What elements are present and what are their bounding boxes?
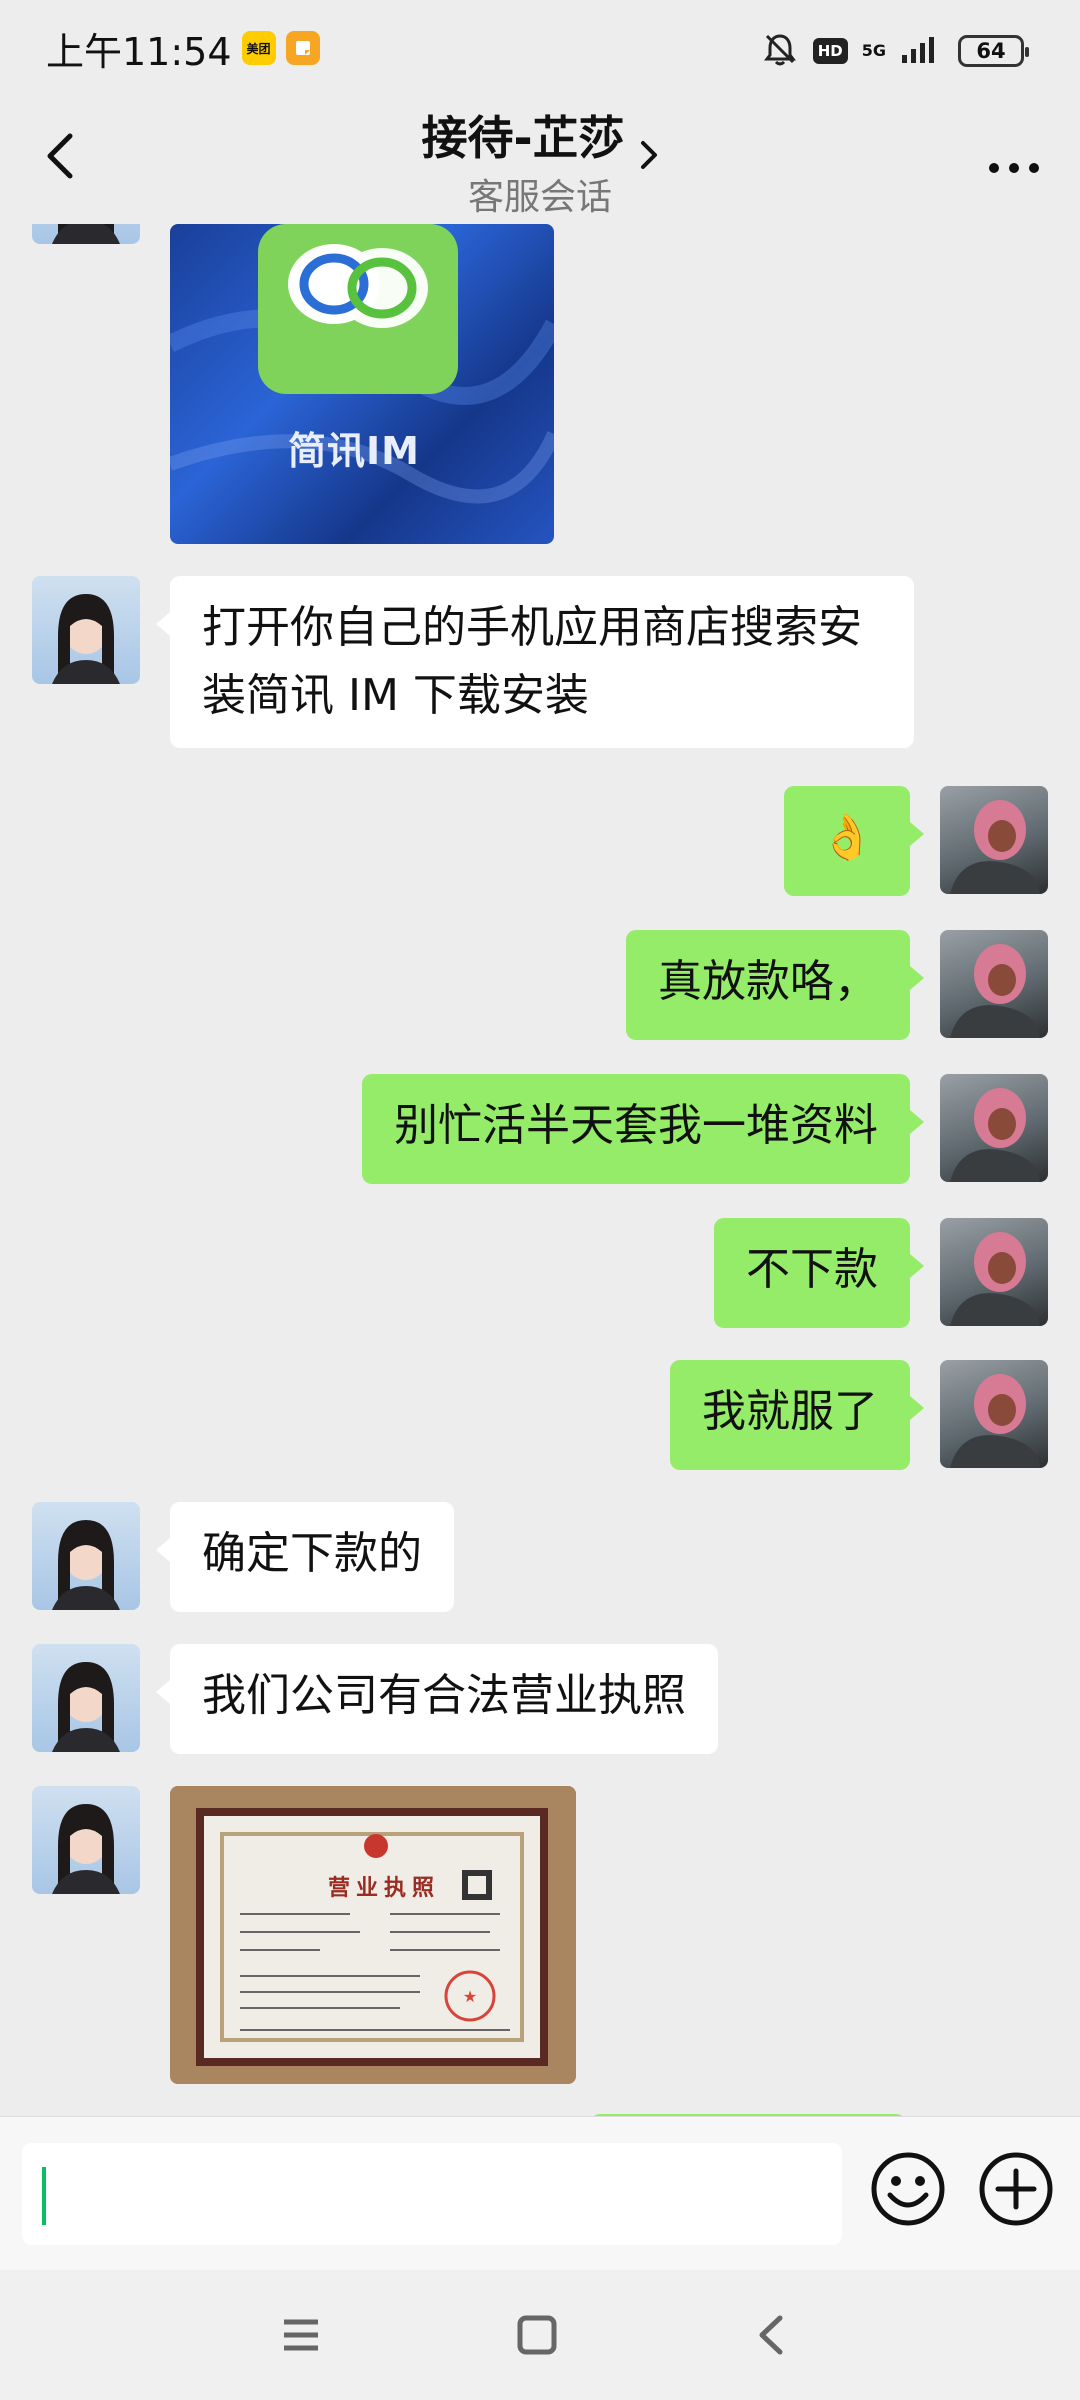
chat-title-row[interactable]: 接待-芷莎 [0,102,1080,169]
avatar[interactable] [940,786,1048,894]
status-bar: 上午11:54 美团 HD 5G 64 [0,0,1080,96]
license-title: 营业执照 [328,1876,441,1901]
home-square-icon[interactable] [512,2310,562,2360]
back-icon[interactable] [748,2310,798,2360]
note-icon [285,31,320,65]
avatar[interactable] [940,1074,1048,1182]
avatar[interactable] [940,930,1048,1038]
message-bubble[interactable]: 真放款咯， [626,930,924,1040]
input-bar [0,2116,1080,2270]
emoji-icon[interactable] [868,2149,948,2229]
mute-bell-icon [761,30,799,72]
message-bubble[interactable]: 👌 [784,786,924,896]
hd-badge: HD [812,38,848,64]
signal-icon [900,33,944,69]
message-bubble[interactable]: 确定下款的 [156,1502,454,1612]
more-dots-icon[interactable] [988,146,1040,174]
business-license-image[interactable]: ★ 营业执照 [170,1786,576,2084]
ok-hand-emoji: 👌 [819,812,875,863]
battery-indicator: 64 [958,35,1029,67]
avatar[interactable] [940,1218,1048,1326]
text-caret [42,2167,46,2225]
chevron-right-icon [639,127,659,169]
message-bubble[interactable]: 不下款 [714,1218,924,1328]
system-navigation-bar [0,2270,1080,2400]
menu-icon[interactable] [276,2310,326,2360]
svg-text:★: ★ [463,1987,477,2006]
avatar[interactable] [32,224,140,244]
avatar[interactable] [32,576,140,684]
meituan-icon: 美团 [241,31,276,65]
message-bubble[interactable]: 打开你自己的手机应用商店搜索安装简讯 IM 下载安装 [156,576,914,748]
avatar[interactable] [940,1360,1048,1468]
avatar[interactable] [32,1502,140,1610]
network-label: 5G [861,41,886,60]
chat-header: 接待-芷莎 客服会话 [0,96,1080,224]
plus-icon[interactable] [976,2149,1056,2229]
message-bubble[interactable]: 我就服了 [670,1360,924,1470]
message-bubble[interactable]: 我们公司有合法营业执照 [156,1644,718,1754]
status-time: 上午11:54 [46,29,232,74]
chat-title: 接待-芷莎 [421,111,625,165]
message-bubble[interactable]: 别忙活半天套我一堆资料 [362,1074,924,1184]
app-promo-caption: 简讯IM [288,429,420,473]
chat-subtitle: 客服会话 [467,177,612,218]
avatar[interactable] [32,1644,140,1752]
avatar[interactable] [32,1786,140,1894]
chat-messages[interactable]: 简讯IM 打开你自己的手机应用商店搜索安装简讯 IM 下载安装 👌 真放款咯， … [0,224,1080,2116]
app-promo-image[interactable]: 简讯IM [170,224,554,544]
message-input[interactable] [22,2143,842,2245]
